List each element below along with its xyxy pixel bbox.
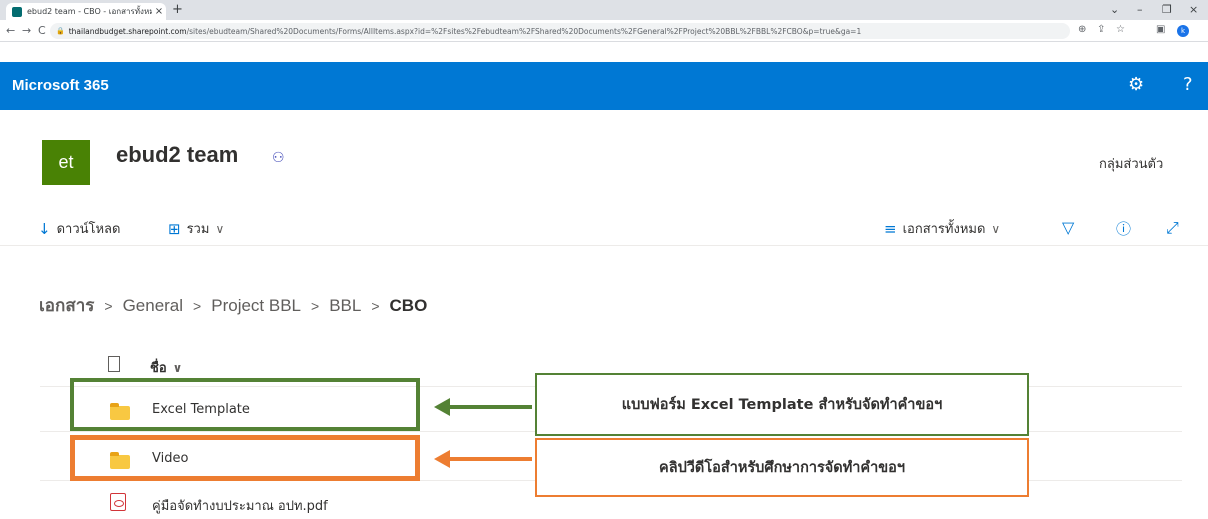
zoom-icon[interactable]: ⊕ (1078, 24, 1086, 35)
new-tab-button[interactable]: + (172, 2, 183, 17)
view-lines-icon: ≡ (884, 219, 897, 238)
download-button[interactable]: ↓ ดาวน์โหลด (38, 218, 120, 239)
chevron-down-icon: ∨ (991, 221, 1001, 236)
video-callout: คลิปวีดีโอสำหรับศึกษาการจัดทำคำขอฯ (535, 438, 1029, 497)
breadcrumb-current: CBO (389, 295, 428, 315)
share-icon[interactable]: ⇪ (1097, 24, 1105, 35)
restore-button[interactable]: ❐ (1162, 3, 1172, 16)
help-icon[interactable]: ? (1183, 74, 1193, 95)
excel-template-callout: แบบฟอร์ม Excel Template สำหรับจัดทำคำขอฯ (535, 373, 1029, 436)
info-icon[interactable]: ⓘ (1116, 218, 1131, 239)
tab-title: ebud2 team - CBO - เอกสารทั้งหมด (27, 7, 152, 16)
url-host: thailandbudget.sharepoint.com (68, 26, 187, 36)
minimize-button[interactable]: – (1137, 3, 1143, 16)
view-label: เอกสารทั้งหมด (902, 222, 986, 237)
group-by-button[interactable]: ⊞ รวม ∨ (168, 218, 224, 239)
side-panel-icon[interactable]: ▣ (1156, 24, 1165, 35)
breadcrumb-item[interactable]: Project BBL (211, 296, 301, 316)
filter-icon[interactable]: ▽ (1062, 218, 1074, 237)
chevron-down-icon: ∨ (172, 360, 183, 375)
breadcrumb-separator: > (104, 297, 113, 314)
group-by-label: รวม (186, 222, 210, 237)
site-logo[interactable]: et (42, 140, 90, 185)
expand-icon[interactable]: ⤢ (1166, 218, 1179, 238)
browser-toolbar: ← → C 🔒 thailandbudget.sharepoint.com/si… (0, 20, 1208, 42)
breadcrumb-separator: > (193, 297, 202, 314)
private-group-label: กลุ่มส่วนตัว (1099, 157, 1164, 172)
breadcrumb-separator: > (311, 297, 320, 314)
name-column-header[interactable]: ชื่อ ∨ (150, 357, 182, 378)
back-button[interactable]: ← (6, 24, 15, 37)
view-selector[interactable]: ≡ เอกสารทั้งหมด ∨ (884, 218, 1000, 239)
tab-close-icon[interactable]: × (152, 6, 166, 17)
chevron-down-icon: ∨ (215, 221, 225, 236)
pdf-file-icon (110, 493, 126, 511)
breadcrumb-item[interactable]: General (123, 296, 183, 316)
browser-tab[interactable]: ebud2 team - CBO - เอกสารทั้งหมด × (6, 3, 166, 20)
breadcrumb-item[interactable]: เอกสาร (39, 292, 94, 319)
m365-suite-bar: Microsoft 365 ⚙ ? (0, 62, 1208, 110)
grid-icon: ⊞ (168, 219, 181, 238)
breadcrumb: เอกสาร > General > Project BBL > BBL > C… (39, 292, 427, 319)
sharepoint-favicon-icon (12, 6, 22, 17)
reload-button[interactable]: C (38, 24, 46, 37)
tab-search-icon[interactable]: ⌄ (1110, 3, 1119, 16)
download-label: ดาวน์โหลด (56, 222, 121, 237)
bookmark-star-icon[interactable]: ☆ (1116, 24, 1125, 35)
window-close-button[interactable]: × (1189, 3, 1198, 16)
breadcrumb-item[interactable]: BBL (329, 296, 361, 316)
settings-gear-icon[interactable]: ⚙ (1128, 74, 1144, 95)
url-path: /sites/ebudteam/Shared%20Documents/Forms… (186, 26, 862, 36)
browser-tabstrip: ebud2 team - CBO - เอกสารทั้งหมด × + ⌄ –… (0, 0, 1208, 20)
lock-icon: 🔒 (56, 27, 65, 35)
address-bar[interactable]: 🔒 thailandbudget.sharepoint.com/sites/eb… (50, 23, 1070, 39)
forward-button[interactable]: → (22, 24, 31, 37)
video-highlight-box (70, 435, 420, 481)
teams-icon[interactable]: ⚇ (272, 150, 285, 166)
command-bar: ↓ ดาวน์โหลด ⊞ รวม ∨ ≡ เอกสารทั้งหมด ∨ ▽ … (0, 214, 1208, 246)
app-title[interactable]: Microsoft 365 (12, 77, 109, 94)
item-name[interactable]: คู่มือจัดทำงบประมาณ อปท.pdf (152, 495, 328, 516)
video-arrow-icon (434, 450, 532, 468)
excel-arrow-icon (434, 398, 532, 416)
excel-template-highlight-box (70, 378, 420, 431)
file-type-icon[interactable] (108, 356, 120, 372)
download-icon: ↓ (38, 219, 51, 238)
breadcrumb-separator: > (371, 297, 380, 314)
name-column-label: ชื่อ (150, 361, 167, 376)
site-title[interactable]: ebud2 team (116, 142, 238, 168)
profile-avatar[interactable]: k (1177, 25, 1189, 37)
